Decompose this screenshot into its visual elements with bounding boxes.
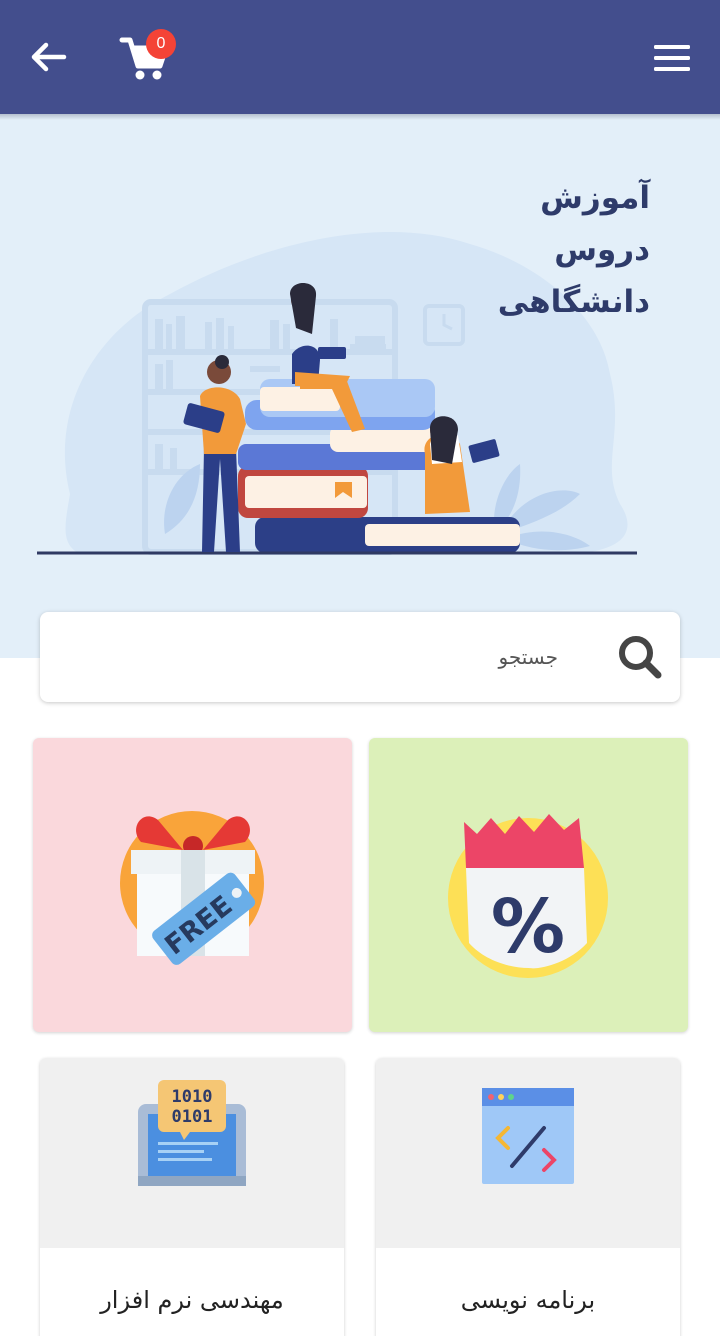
hero-title-line-1: آموزش [540,180,650,216]
back-arrow-icon [31,42,67,72]
app-screen: 0 آموزش دروس دانشگاهی جستجو FREE % 1010 … [0,0,720,1336]
cart-count-badge: 0 [146,29,176,59]
hamburger-menu-icon [654,45,690,71]
discount-symbol: % [491,884,565,970]
search-input[interactable] [60,632,640,682]
code-window-icon [482,1088,574,1184]
hero-title-line-3: دانشگاهی [497,284,650,320]
top-app-bar: 0 [0,0,720,114]
category-image-area: 1010 0101 [40,1058,344,1248]
discount-card[interactable]: % [369,738,688,1032]
binary-code-line-2: 0101 [172,1107,213,1127]
search-icon[interactable] [614,631,666,683]
category-card-software-engineering[interactable]: 1010 0101 مهندسی نرم افزار [40,1058,344,1336]
category-image-area [376,1058,680,1248]
hero-title-line-2: دروس [554,232,650,268]
header-shadow [0,114,720,120]
free-gift-icon: FREE [120,811,264,965]
search-bar [40,612,680,702]
category-card-programming[interactable]: برنامه نویسی [376,1058,680,1336]
hero-title: آموزش دروس دانشگاهی [390,172,650,328]
discount-percent-icon: % [448,814,608,978]
binary-laptop-icon: 1010 0101 [138,1080,246,1186]
free-courses-card[interactable]: FREE [33,738,352,1032]
back-button[interactable] [24,33,72,81]
category-label: برنامه نویسی [460,1286,596,1314]
menu-button[interactable] [648,38,696,78]
binary-code-line-1: 1010 [172,1087,213,1107]
category-label: مهندسی نرم افزار [100,1286,284,1314]
